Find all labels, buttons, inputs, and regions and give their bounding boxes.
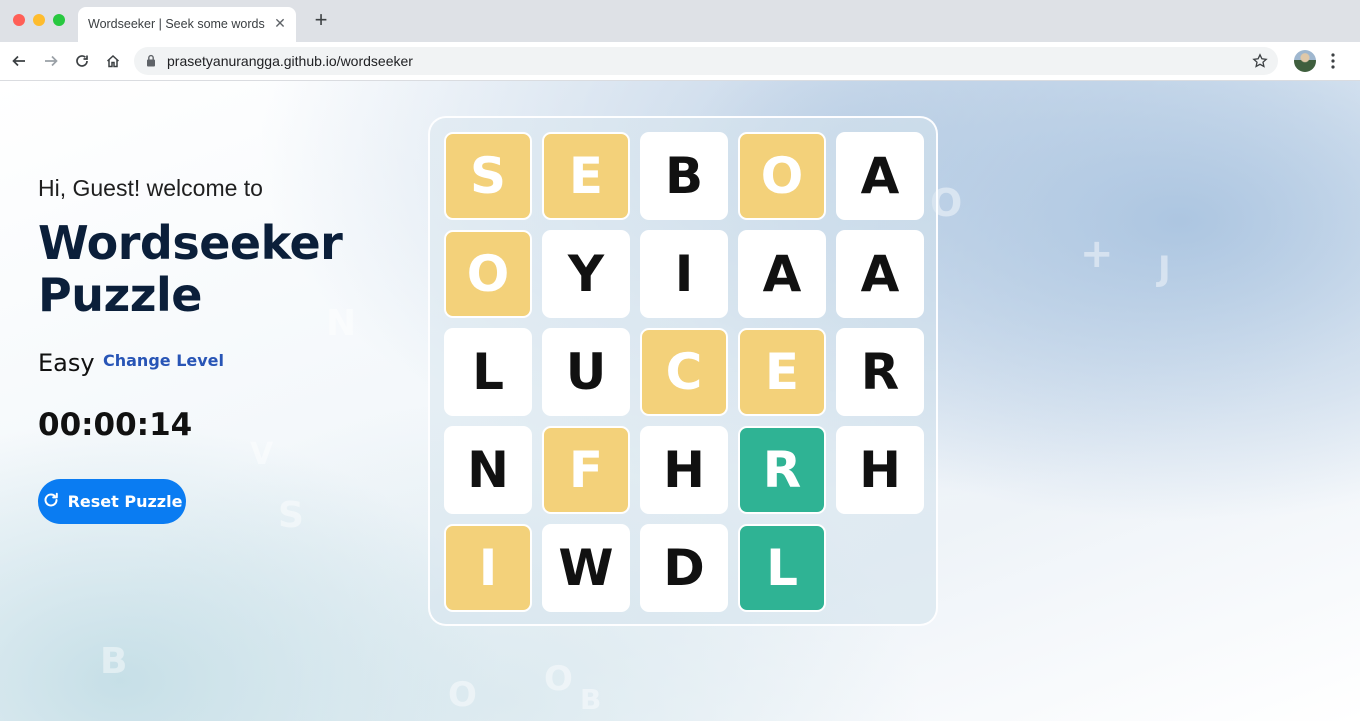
avatar[interactable] (1294, 50, 1316, 72)
letter-cell[interactable]: E (738, 328, 826, 416)
letter-cell[interactable]: I (444, 524, 532, 612)
letter-cell[interactable]: I (640, 230, 728, 318)
letter-grid: SEBOAOYIAALUCERNFHRHIWDL (444, 132, 924, 612)
window-minimize-button[interactable] (33, 14, 45, 26)
decorative-background-letter: S (278, 495, 304, 536)
letter-cell[interactable]: R (836, 328, 924, 416)
close-icon[interactable]: ✕ (272, 15, 288, 31)
letter-cell[interactable]: C (640, 328, 728, 416)
letter-cell[interactable]: A (836, 132, 924, 220)
reset-puzzle-label: Reset Puzzle (67, 492, 183, 511)
change-level-link[interactable]: Change Level (103, 351, 224, 370)
more-vert-icon[interactable] (1330, 51, 1336, 76)
letter-cell[interactable]: A (836, 230, 924, 318)
letter-cell[interactable]: A (738, 230, 826, 318)
browser-tab-bar: Wordseeker | Seek some words ✕ + (0, 0, 1360, 42)
decorative-background-letter: + (1080, 231, 1114, 277)
arrow-left-icon[interactable] (8, 50, 30, 72)
window-close-button[interactable] (13, 14, 25, 26)
tab-title: Wordseeker | Seek some words (88, 17, 265, 31)
plus-icon[interactable]: + (310, 9, 332, 31)
level-label: Easy (38, 349, 95, 377)
decorative-background-letter: J (1158, 249, 1171, 289)
page-content: O + J N V S B O O B Hi, Guest! welcome t… (0, 81, 1360, 721)
letter-cell[interactable]: E (542, 132, 630, 220)
refresh-icon (42, 491, 60, 513)
letter-cell[interactable]: L (738, 524, 826, 612)
letter-cell[interactable]: H (836, 426, 924, 514)
decorative-background-letter: O (448, 675, 477, 715)
decorative-background-letter: B (580, 683, 602, 716)
lock-icon (146, 54, 156, 72)
window-maximize-button[interactable] (53, 14, 65, 26)
letter-cell[interactable]: B (640, 132, 728, 220)
letter-cell[interactable]: D (640, 524, 728, 612)
url-text: prasetyanurangga.github.io/wordseeker (167, 53, 413, 69)
address-bar[interactable]: prasetyanurangga.github.io/wordseeker (134, 47, 1278, 75)
letter-cell[interactable]: H (640, 426, 728, 514)
greeting-text: Hi, Guest! welcome to (38, 175, 263, 201)
decorative-background-letter: O (544, 659, 573, 699)
letter-cell[interactable]: O (738, 132, 826, 220)
letter-cell[interactable]: S (444, 132, 532, 220)
home-icon[interactable] (102, 50, 124, 72)
grid-cell-empty (836, 524, 924, 612)
puzzle-board: SEBOAOYIAALUCERNFHRHIWDL (428, 116, 938, 626)
page-title: Wordseeker Puzzle (38, 216, 343, 322)
browser-tab[interactable]: Wordseeker | Seek some words ✕ (78, 7, 296, 42)
decorative-background-letter: V (250, 437, 274, 472)
letter-cell[interactable]: R (738, 426, 826, 514)
game-timer: 00:00:14 (38, 407, 193, 443)
letter-cell[interactable]: W (542, 524, 630, 612)
letter-cell[interactable]: N (444, 426, 532, 514)
reload-icon[interactable] (71, 50, 93, 72)
letter-cell[interactable]: Y (542, 230, 630, 318)
letter-cell[interactable]: U (542, 328, 630, 416)
arrow-right-icon[interactable] (40, 50, 62, 72)
letter-cell[interactable]: L (444, 328, 532, 416)
reset-puzzle-button[interactable]: Reset Puzzle (38, 479, 186, 524)
decorative-background-letter: B (100, 641, 128, 682)
browser-toolbar: prasetyanurangga.github.io/wordseeker (0, 42, 1360, 81)
star-icon[interactable] (1252, 53, 1268, 74)
letter-cell[interactable]: F (542, 426, 630, 514)
letter-cell[interactable]: O (444, 230, 532, 318)
